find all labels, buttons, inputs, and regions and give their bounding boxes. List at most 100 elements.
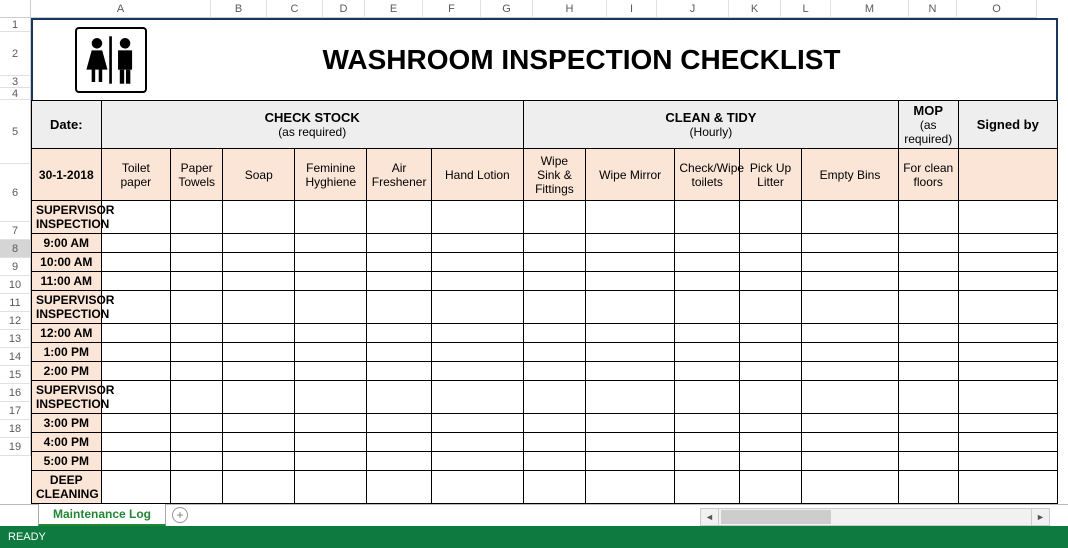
cell[interactable] bbox=[739, 471, 801, 504]
cell[interactable] bbox=[802, 272, 899, 291]
cell[interactable] bbox=[739, 272, 801, 291]
cell[interactable] bbox=[223, 324, 295, 343]
cell[interactable] bbox=[585, 452, 674, 471]
row-header-18[interactable]: 18 bbox=[0, 420, 31, 438]
cell[interactable] bbox=[675, 291, 740, 324]
scroll-thumb[interactable] bbox=[721, 510, 831, 524]
cell[interactable] bbox=[523, 253, 585, 272]
cell[interactable] bbox=[367, 381, 432, 414]
cell[interactable] bbox=[958, 272, 1057, 291]
cell[interactable] bbox=[958, 471, 1057, 504]
row-header-11[interactable]: 11 bbox=[0, 294, 31, 312]
cell[interactable] bbox=[898, 381, 958, 414]
cell[interactable] bbox=[523, 343, 585, 362]
cell[interactable] bbox=[431, 291, 523, 324]
row-header-5[interactable]: 5 bbox=[0, 100, 31, 164]
column-header-H[interactable]: H bbox=[533, 0, 607, 18]
cell[interactable] bbox=[171, 234, 223, 253]
column-header-C[interactable]: C bbox=[267, 0, 323, 18]
cell[interactable] bbox=[295, 324, 367, 343]
row-header-1[interactable]: 1 bbox=[0, 18, 31, 32]
cell[interactable] bbox=[367, 234, 432, 253]
row-header-19[interactable]: 19 bbox=[0, 438, 31, 456]
cell[interactable] bbox=[295, 362, 367, 381]
horizontal-scrollbar[interactable]: ◄ ► bbox=[700, 508, 1050, 526]
cell[interactable] bbox=[223, 381, 295, 414]
scroll-left-button[interactable]: ◄ bbox=[701, 509, 719, 525]
select-all-corner[interactable] bbox=[0, 0, 31, 18]
cell[interactable] bbox=[295, 471, 367, 504]
cell[interactable] bbox=[585, 381, 674, 414]
cell[interactable] bbox=[585, 343, 674, 362]
cell[interactable] bbox=[431, 343, 523, 362]
row-header-16[interactable]: 16 bbox=[0, 384, 31, 402]
cell[interactable] bbox=[101, 414, 171, 433]
cell[interactable] bbox=[958, 253, 1057, 272]
row-header-10[interactable]: 10 bbox=[0, 276, 31, 294]
cell[interactable] bbox=[802, 253, 899, 272]
column-header-K[interactable]: K bbox=[729, 0, 781, 18]
cell[interactable] bbox=[675, 381, 740, 414]
cell[interactable] bbox=[295, 234, 367, 253]
cell[interactable] bbox=[898, 362, 958, 381]
cell[interactable] bbox=[802, 381, 899, 414]
cell[interactable] bbox=[523, 362, 585, 381]
cell[interactable] bbox=[585, 201, 674, 234]
cell[interactable] bbox=[101, 452, 171, 471]
cell[interactable] bbox=[523, 471, 585, 504]
cell[interactable] bbox=[223, 452, 295, 471]
cell[interactable] bbox=[802, 433, 899, 452]
cell[interactable] bbox=[802, 452, 899, 471]
cell[interactable] bbox=[675, 272, 740, 291]
tab-maintenance-log[interactable]: Maintenance Log bbox=[38, 504, 166, 526]
column-header-L[interactable]: L bbox=[781, 0, 831, 18]
cell[interactable] bbox=[171, 471, 223, 504]
cell[interactable] bbox=[367, 343, 432, 362]
cell[interactable] bbox=[675, 324, 740, 343]
cell[interactable] bbox=[523, 291, 585, 324]
column-header-D[interactable]: D bbox=[323, 0, 365, 18]
row-header-13[interactable]: 13 bbox=[0, 330, 31, 348]
cell[interactable] bbox=[898, 201, 958, 234]
row-header-6[interactable]: 6 bbox=[0, 164, 31, 222]
cell[interactable] bbox=[295, 414, 367, 433]
row-header-2[interactable]: 2 bbox=[0, 32, 31, 76]
cell[interactable] bbox=[675, 253, 740, 272]
cell[interactable] bbox=[585, 291, 674, 324]
cell[interactable] bbox=[101, 433, 171, 452]
cell[interactable] bbox=[223, 362, 295, 381]
cell[interactable] bbox=[101, 362, 171, 381]
cell[interactable] bbox=[367, 433, 432, 452]
cell[interactable] bbox=[101, 343, 171, 362]
cell[interactable] bbox=[675, 471, 740, 504]
cell[interactable] bbox=[101, 272, 171, 291]
cell[interactable] bbox=[367, 452, 432, 471]
cell[interactable] bbox=[898, 253, 958, 272]
cell[interactable] bbox=[802, 343, 899, 362]
cell[interactable] bbox=[367, 362, 432, 381]
cell[interactable] bbox=[171, 381, 223, 414]
cell[interactable] bbox=[171, 201, 223, 234]
cell[interactable] bbox=[958, 234, 1057, 253]
cell[interactable] bbox=[585, 272, 674, 291]
cell[interactable] bbox=[223, 234, 295, 253]
cell[interactable] bbox=[802, 324, 899, 343]
cell[interactable] bbox=[739, 433, 801, 452]
cell[interactable] bbox=[739, 362, 801, 381]
cell[interactable] bbox=[739, 343, 801, 362]
cell[interactable] bbox=[367, 471, 432, 504]
cell[interactable] bbox=[223, 433, 295, 452]
cell[interactable] bbox=[101, 234, 171, 253]
cell[interactable] bbox=[171, 324, 223, 343]
cell[interactable] bbox=[295, 343, 367, 362]
cell[interactable] bbox=[431, 234, 523, 253]
cell[interactable] bbox=[171, 362, 223, 381]
cell[interactable] bbox=[585, 433, 674, 452]
cell[interactable] bbox=[802, 414, 899, 433]
cell[interactable] bbox=[739, 234, 801, 253]
cell[interactable] bbox=[101, 471, 171, 504]
row-header-7[interactable]: 7 bbox=[0, 222, 31, 240]
cell[interactable] bbox=[171, 452, 223, 471]
column-header-N[interactable]: N bbox=[909, 0, 957, 18]
cell[interactable] bbox=[431, 414, 523, 433]
